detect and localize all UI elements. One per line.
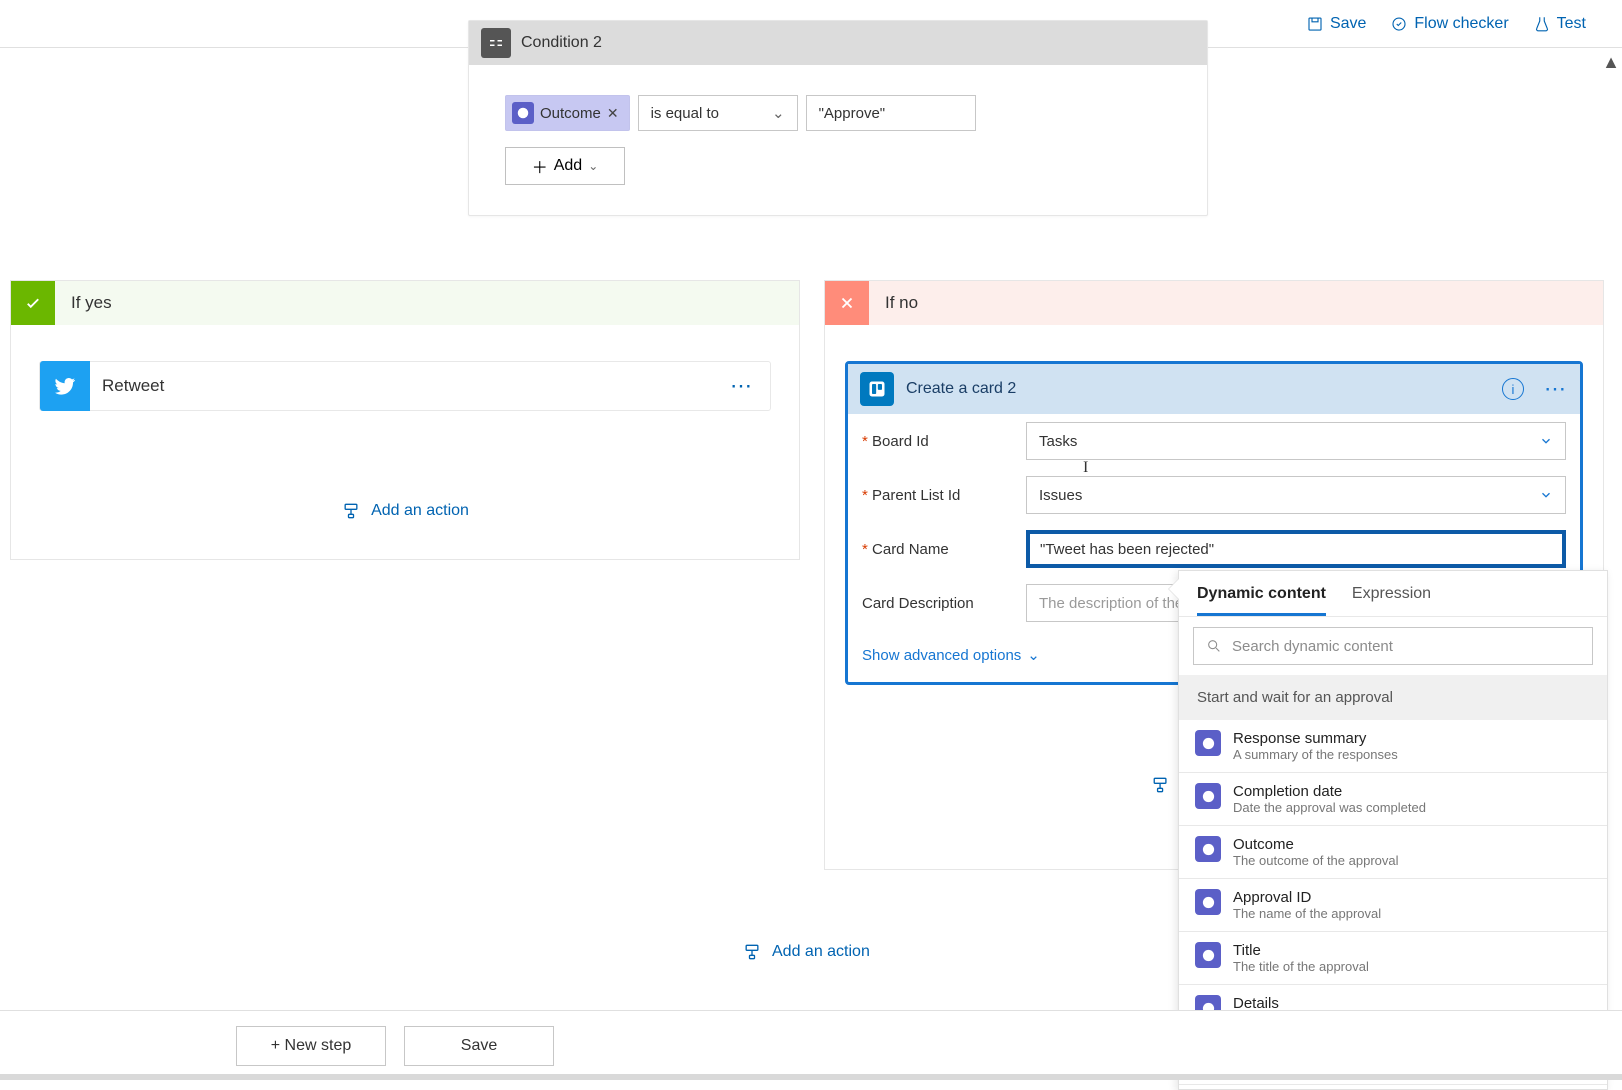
condition-operator-label: is equal to bbox=[651, 105, 719, 122]
dynamic-item-desc: The title of the approval bbox=[1233, 959, 1369, 974]
dynamic-item-desc: The name of the approval bbox=[1233, 906, 1381, 921]
dynamic-item-title: Approval ID bbox=[1233, 889, 1381, 906]
if-no-header: If no bbox=[825, 281, 1603, 325]
dynamic-item[interactable]: TitleThe title of the approval bbox=[1179, 932, 1607, 985]
dynamic-item[interactable]: OutcomeThe outcome of the approval bbox=[1179, 826, 1607, 879]
condition-icon bbox=[481, 28, 511, 58]
parent-list-label: Parent List Id bbox=[872, 487, 960, 504]
board-id-select[interactable]: Tasks bbox=[1026, 422, 1566, 460]
chevron-down-icon bbox=[1539, 434, 1553, 448]
parent-list-value: Issues bbox=[1039, 487, 1082, 504]
condition-header: Condition 2 bbox=[469, 21, 1207, 65]
show-advanced-label: Show advanced options bbox=[862, 647, 1021, 664]
add-action-icon bbox=[1150, 775, 1170, 795]
chevron-down-icon: ⌄ bbox=[772, 104, 785, 122]
approval-icon bbox=[1195, 889, 1221, 915]
card-desc-label: Card Description bbox=[862, 595, 974, 612]
dynamic-item-title: Title bbox=[1233, 942, 1369, 959]
dynamic-item-desc: The outcome of the approval bbox=[1233, 853, 1399, 868]
board-id-value: Tasks bbox=[1039, 433, 1077, 450]
approval-icon bbox=[1195, 942, 1221, 968]
condition-token-outcome[interactable]: Outcome ✕ bbox=[505, 95, 630, 131]
checkmark-icon bbox=[11, 281, 55, 325]
if-yes-branch: If yes Retweet ⋯ Add an action bbox=[10, 280, 800, 560]
approval-icon bbox=[512, 102, 534, 124]
footer-toolbar: + New step Save bbox=[0, 1010, 1622, 1080]
dynamic-item[interactable]: Completion dateDate the approval was com… bbox=[1179, 773, 1607, 826]
add-condition-button[interactable]: ＋ Add ⌄ bbox=[505, 147, 625, 185]
dynamic-item-desc: A summary of the responses bbox=[1233, 747, 1398, 762]
condition-token-label: Outcome bbox=[540, 105, 601, 122]
if-no-label: If no bbox=[885, 293, 918, 313]
dynamic-item-title: Response summary bbox=[1233, 730, 1398, 747]
card-desc-placeholder: The description of the bbox=[1039, 595, 1183, 612]
condition-operator-select[interactable]: is equal to ⌄ bbox=[638, 95, 798, 131]
card-name-input[interactable]: "Tweet has been rejected" bbox=[1026, 530, 1566, 568]
create-card-header: Create a card 2 i ⋯ bbox=[848, 364, 1580, 414]
if-yes-add-action[interactable]: Add an action bbox=[11, 501, 799, 521]
add-action-icon bbox=[341, 501, 361, 521]
approval-icon bbox=[1195, 730, 1221, 756]
dynamic-item-title: Outcome bbox=[1233, 836, 1399, 853]
retweet-title: Retweet bbox=[102, 376, 718, 396]
dynamic-search-input[interactable]: Search dynamic content bbox=[1193, 627, 1593, 665]
dynamic-search-placeholder: Search dynamic content bbox=[1232, 638, 1393, 655]
approval-icon bbox=[1195, 836, 1221, 862]
condition-card[interactable]: Condition 2 Outcome ✕ is equal to ⌄ ＋ Ad… bbox=[468, 20, 1208, 216]
search-icon bbox=[1206, 638, 1222, 654]
save-button[interactable]: Save bbox=[1306, 15, 1366, 33]
toolbar-test-label: Test bbox=[1557, 15, 1586, 33]
horizontal-scrollbar[interactable] bbox=[0, 1074, 1622, 1080]
twitter-icon bbox=[40, 361, 90, 411]
footer-save-button[interactable]: Save bbox=[404, 1026, 554, 1066]
tab-expression[interactable]: Expression bbox=[1352, 585, 1431, 616]
dynamic-section-header: Start and wait for an approval bbox=[1179, 675, 1607, 720]
info-icon[interactable]: i bbox=[1502, 378, 1524, 400]
dynamic-item[interactable]: Response summaryA summary of the respons… bbox=[1179, 720, 1607, 773]
chevron-down-icon: ⌄ bbox=[1027, 646, 1040, 664]
card-name-label: Card Name bbox=[872, 541, 949, 558]
dynamic-item[interactable]: Approval IDThe name of the approval bbox=[1179, 879, 1607, 932]
board-id-label: Board Id bbox=[872, 433, 929, 450]
new-step-button[interactable]: + New step bbox=[236, 1026, 386, 1066]
test-icon bbox=[1533, 15, 1551, 33]
flow-checker-icon bbox=[1390, 15, 1408, 33]
scroll-up-arrow[interactable]: ▲ bbox=[1602, 52, 1620, 73]
close-icon bbox=[825, 281, 869, 325]
global-add-label: Add an action bbox=[772, 943, 870, 961]
retweet-action-card[interactable]: Retweet ⋯ bbox=[39, 361, 771, 411]
trello-icon bbox=[860, 372, 894, 406]
tab-dynamic-content[interactable]: Dynamic content bbox=[1197, 585, 1326, 616]
if-yes-label: If yes bbox=[71, 293, 112, 313]
if-yes-add-label: Add an action bbox=[371, 502, 469, 520]
global-add-action[interactable]: Add an action bbox=[742, 942, 870, 962]
plus-icon: ＋ bbox=[532, 154, 548, 178]
if-yes-header: If yes bbox=[11, 281, 799, 325]
add-action-icon bbox=[742, 942, 762, 962]
test-button[interactable]: Test bbox=[1533, 15, 1586, 33]
parent-list-select[interactable]: Issues bbox=[1026, 476, 1566, 514]
retweet-menu-button[interactable]: ⋯ bbox=[730, 373, 770, 399]
create-card-title: Create a card 2 bbox=[906, 380, 1490, 398]
save-icon bbox=[1306, 15, 1324, 33]
dynamic-item-title: Completion date bbox=[1233, 783, 1426, 800]
remove-token-button[interactable]: ✕ bbox=[607, 105, 619, 122]
create-card-menu-button[interactable]: ⋯ bbox=[1544, 376, 1568, 402]
condition-value-input[interactable] bbox=[806, 95, 976, 131]
dynamic-item-desc: Date the approval was completed bbox=[1233, 800, 1426, 815]
toolbar-save-label: Save bbox=[1330, 15, 1366, 33]
toolbar-flowchecker-label: Flow checker bbox=[1414, 15, 1508, 33]
flow-canvas: ▲ Condition 2 Outcome ✕ is equal to ⌄ bbox=[0, 48, 1622, 1080]
condition-title: Condition 2 bbox=[521, 34, 602, 52]
flow-checker-button[interactable]: Flow checker bbox=[1390, 15, 1508, 33]
chevron-down-icon: ⌄ bbox=[588, 159, 598, 173]
chevron-down-icon bbox=[1539, 488, 1553, 502]
card-name-value: "Tweet has been rejected" bbox=[1040, 541, 1214, 558]
approval-icon bbox=[1195, 783, 1221, 809]
add-condition-label: Add bbox=[554, 157, 582, 175]
